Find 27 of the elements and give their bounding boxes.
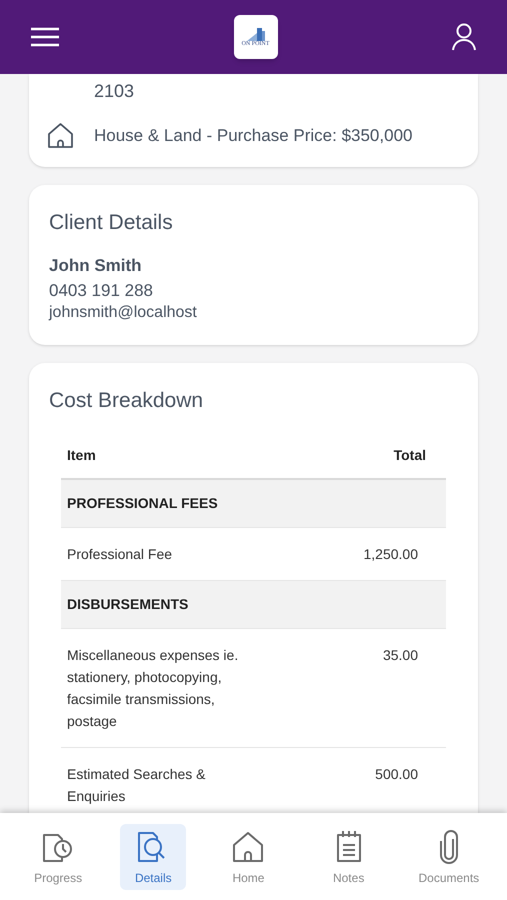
table-cell-text: Professional Fee [67,545,172,564]
nav-tab[interactable]: Home [210,824,286,890]
house-icon [47,122,74,149]
group-label: PROFESSIONAL FEES [67,494,218,513]
column-header: Item [67,446,96,464]
client-email: johnsmith@localhost [49,302,198,322]
table-cell-text: 35.00 [382,646,419,665]
table-cell-text: Estimated Searches & Enquiries [67,765,207,806]
nav-tab[interactable]: Notes [310,824,387,890]
client-phone: 0403 191 288 [49,280,154,302]
user-icon [451,23,477,51]
nav-tab[interactable]: Progress [20,824,96,890]
group-label: DISBURSEMENTS [67,595,188,614]
client-name: John Smith [49,254,143,276]
postcode-text: 2103 [93,80,136,102]
menu-button[interactable] [30,25,60,49]
property-description: House & Land - Purchase Price: $350,000 [94,124,412,147]
table-cell-text: 500.00 [375,765,419,784]
menu-icon [30,27,60,47]
table-cell-text: 1,250.00 [364,545,419,564]
table-cell-text: Miscellaneous expenses ie. stationery, photocopying, facsimile transmissions, postage [67,646,240,731]
column-header: Total [394,446,427,464]
nav-tab[interactable]: Details [120,824,186,890]
section-title: Client Details [49,210,174,236]
nav-tab[interactable]: Documents [410,824,487,890]
profile-button[interactable] [451,23,477,51]
section-title: Cost Breakdown [49,388,204,414]
